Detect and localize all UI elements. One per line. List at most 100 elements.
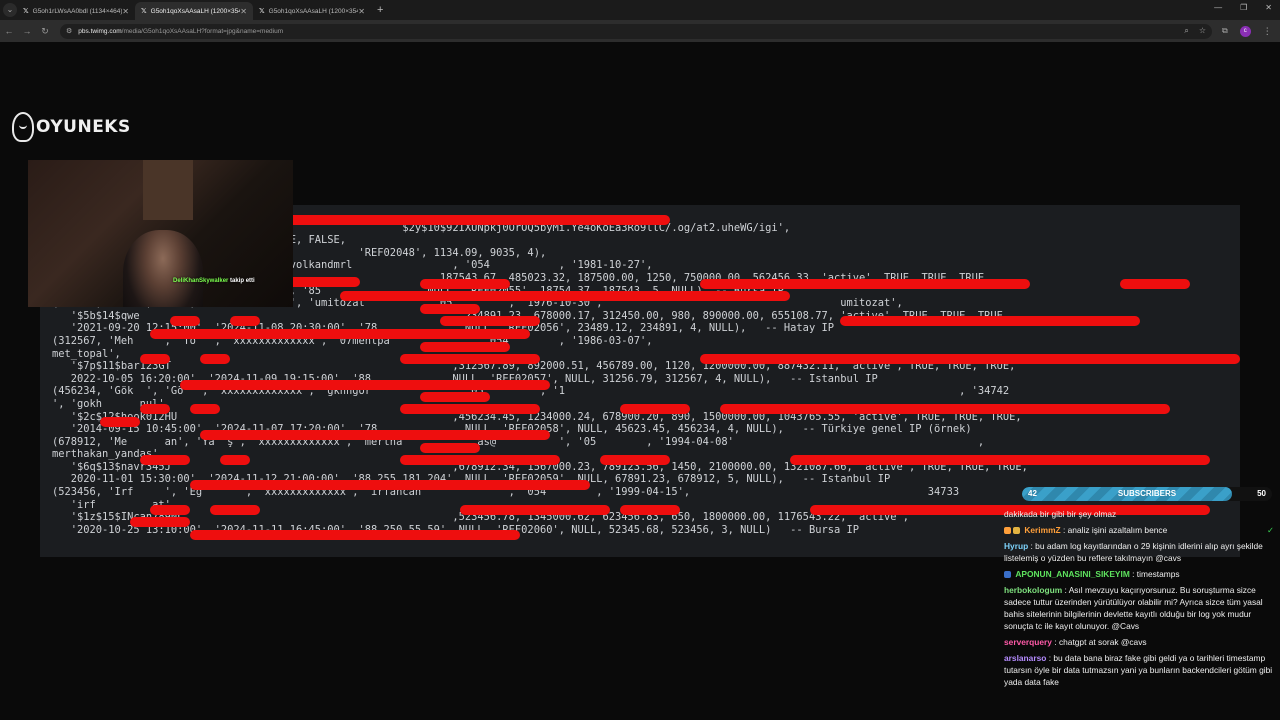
redaction-mark — [500, 354, 540, 364]
chat-username: herbokologum — [1004, 585, 1063, 595]
oyuneks-logo-icon — [12, 112, 34, 142]
browser-toolbar: ← → ↻ ⚙ pbs.twimg.com /media/G5oh1qoXsAA… — [0, 20, 1280, 42]
profile-avatar[interactable]: c — [1239, 25, 1251, 37]
x-logo-icon: 𝕏 — [23, 8, 29, 15]
tab-title: G5oh1rLWsAA0bdl (1134×464) — [32, 7, 123, 15]
webcam-overlay: DeliKhanSkywalker takip etti — [28, 160, 293, 307]
chat-message: herbokologum : Asıl mevzuyu kaçırıyorsun… — [998, 582, 1280, 634]
redaction-mark — [700, 279, 1030, 289]
redaction-mark — [340, 291, 790, 301]
bookmark-star-icon[interactable]: ☆ — [1199, 26, 1206, 36]
browser-tab-2[interactable]: 𝕏 G5oh1qoXsAAsaLH (1200×354) ✕ — [135, 2, 253, 20]
chat-text: : chatgpt at sorak @cavs — [1051, 637, 1147, 647]
chat-username: KerimmZ — [1024, 525, 1061, 535]
zoom-icon[interactable]: ⌕ — [1184, 26, 1188, 36]
redaction-mark — [460, 505, 610, 515]
chat-message: serverquery : chatgpt at sorak @cavs — [998, 634, 1280, 650]
badge-icon — [1004, 571, 1011, 579]
chat-overlay: dakikada bir gibi bir şey olmaz KerimmZ … — [998, 506, 1280, 720]
extensions-icon[interactable]: ⧉ — [1222, 26, 1228, 36]
redaction-mark — [400, 455, 510, 465]
badge-icon — [1004, 527, 1011, 535]
chat-message: APONUN_ANASINI_SIKEYIM : timestamps — [998, 566, 1280, 582]
chat-text: : timestamps — [1129, 569, 1180, 579]
tab-search-button[interactable]: ⌄ — [3, 3, 17, 17]
x-logo-icon: 𝕏 — [141, 8, 147, 15]
redaction-mark — [620, 404, 690, 414]
close-icon[interactable]: ✕ — [122, 7, 129, 16]
redaction-mark — [140, 404, 170, 414]
redaction-mark — [140, 354, 170, 364]
redaction-mark — [200, 430, 550, 440]
redaction-mark — [840, 316, 1140, 326]
chat-message-partial: dakikada bir gibi bir şey olmaz — [1004, 509, 1117, 519]
webcam-background — [143, 160, 193, 220]
minimize-icon[interactable]: — — [1214, 3, 1222, 12]
redaction-mark — [150, 329, 530, 339]
back-icon[interactable]: ← — [0, 26, 18, 36]
reload-icon[interactable]: ↻ — [36, 26, 54, 37]
chat-text: : analiz işini azaltalım bence — [1060, 525, 1168, 535]
chat-username: serverquery — [1004, 637, 1052, 647]
follow-user: DeliKhanSkywalker — [173, 278, 229, 284]
redaction-mark — [270, 215, 670, 225]
redaction-mark — [420, 392, 490, 402]
redaction-mark — [420, 279, 510, 289]
browser-tab-1[interactable]: 𝕏 G5oh1rLWsAA0bdl (1134×464) ✕ — [17, 2, 135, 20]
restore-icon[interactable]: ❐ — [1240, 3, 1247, 12]
redaction-mark — [230, 316, 260, 326]
tab-title: G5oh1qoXsAAsaLH (1200×354) — [150, 7, 241, 15]
redaction-mark — [420, 342, 510, 352]
close-window-icon[interactable]: ✕ — [1265, 3, 1272, 12]
redaction-mark — [790, 455, 1210, 465]
redaction-mark — [400, 354, 510, 364]
redaction-mark — [720, 404, 1170, 414]
redaction-mark — [400, 404, 510, 414]
logo-text: OYUNEKS — [36, 117, 131, 137]
subscribers-label: SUBSCRIBERS — [1117, 489, 1177, 498]
redaction-mark — [200, 354, 230, 364]
subscribers-current: 42 — [1028, 489, 1037, 498]
x-logo-icon: 𝕏 — [259, 8, 265, 15]
redaction-mark — [140, 455, 190, 465]
redaction-mark — [420, 443, 480, 453]
stream-logo: OYUNEKS — [12, 112, 131, 142]
redaction-mark — [210, 505, 260, 515]
chat-text: : bu adam log kayıtlarından o 29 kişinin… — [1004, 541, 1263, 563]
site-info-icon[interactable]: ⚙ — [66, 27, 72, 35]
close-icon[interactable]: ✕ — [240, 7, 247, 16]
chat-username: APONUN_ANASINI_SIKEYIM — [1015, 569, 1130, 579]
streamer-figure — [123, 230, 203, 307]
subscribers-goal-bar: SUBSCRIBERS 42 50 — [1022, 487, 1272, 501]
redaction-mark — [190, 480, 590, 490]
close-icon[interactable]: ✕ — [358, 7, 365, 16]
address-bar[interactable]: ⚙ pbs.twimg.com /media/G5oh1qoXsAAsaLH?f… — [60, 23, 1212, 39]
chat-message: arslanarso : bu data bana biraz fake gib… — [998, 650, 1280, 690]
window-controls: — ❐ ✕ — [1214, 3, 1272, 12]
redaction-mark — [130, 517, 190, 527]
browser-tab-3[interactable]: 𝕏 G5oh1qoXsAAsaLH (1200×354) ✕ — [253, 2, 371, 20]
url-domain: pbs.twimg.com — [78, 27, 122, 35]
chat-username: arslanarso — [1004, 653, 1047, 663]
redaction-mark — [190, 404, 220, 414]
tab-title: G5oh1qoXsAAsaLH (1200×354) — [268, 7, 359, 15]
redaction-mark — [500, 455, 560, 465]
subscribers-goal: 50 — [1257, 489, 1266, 498]
follow-alert: DeliKhanSkywalker takip etti — [173, 278, 255, 284]
url-path: /media/G5oh1qoXsAAsaLH?format=jpg&name=m… — [121, 27, 284, 35]
tab-strip: ⌄ 𝕏 G5oh1rLWsAA0bdl (1134×464) ✕ 𝕏 G5oh1… — [0, 0, 1280, 20]
browser-menu-icon[interactable]: ⋮ — [1263, 26, 1272, 37]
redaction-mark — [440, 316, 540, 326]
new-tab-button[interactable]: + — [377, 4, 383, 16]
redaction-mark — [180, 380, 550, 390]
chat-message: KerimmZ : analiz işini azaltalım bence ✓ — [998, 522, 1280, 538]
chat-message: Hyrup : bu adam log kayıtlarından o 29 k… — [998, 538, 1280, 566]
redaction-mark — [220, 455, 250, 465]
redaction-mark — [420, 304, 480, 314]
redaction-mark — [190, 530, 520, 540]
forward-icon[interactable]: → — [18, 26, 36, 36]
redaction-mark — [700, 354, 1240, 364]
chat-username: Hyrup — [1004, 541, 1029, 551]
redaction-mark — [500, 404, 540, 414]
redaction-mark — [100, 417, 140, 427]
